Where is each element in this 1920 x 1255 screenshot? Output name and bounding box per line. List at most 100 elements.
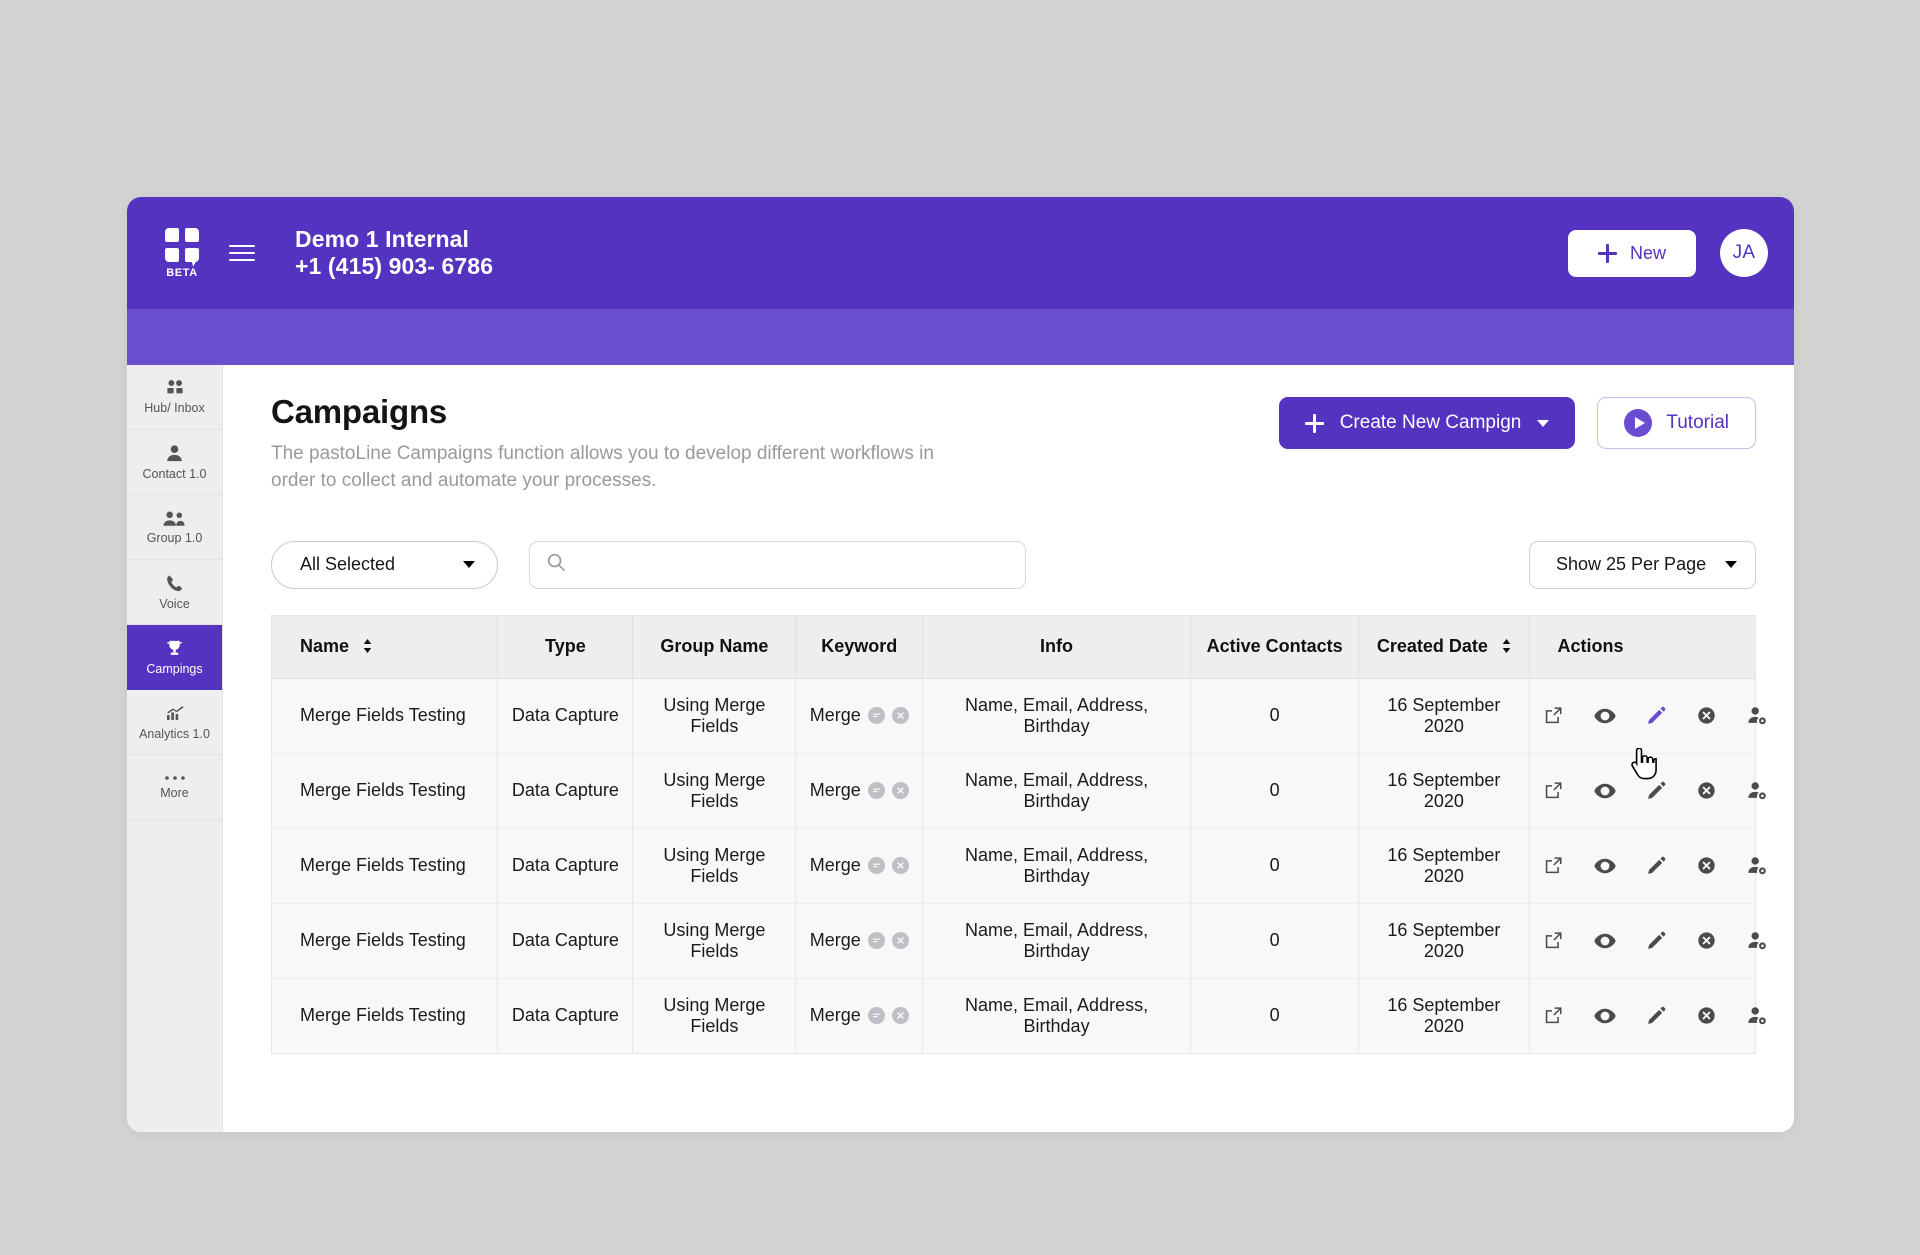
pencil-icon[interactable] — [1647, 781, 1666, 800]
trophy-icon — [165, 639, 184, 658]
x-circle-small-icon[interactable] — [891, 1007, 909, 1025]
cell-type: Data Capture — [497, 903, 634, 979]
keyword-text: Merge — [809, 780, 861, 801]
table-row[interactable]: Merge Fields Testing Data Capture Using … — [271, 678, 1766, 754]
sidebar-item-label: Group 1.0 — [146, 530, 203, 545]
sidebar-item-label: More — [160, 786, 189, 800]
chat-bubble-icon[interactable] — [867, 707, 885, 725]
cell-created-date: 16 September 2020 — [1358, 753, 1530, 829]
hamburger-menu-icon[interactable] — [229, 245, 255, 261]
x-circle-icon[interactable] — [1697, 781, 1716, 800]
person-settings-icon[interactable] — [1747, 1006, 1767, 1025]
cell-group-name: Using Merge Fields — [632, 978, 797, 1054]
column-label: Name — [300, 636, 350, 657]
external-link-icon[interactable] — [1544, 856, 1563, 875]
table-row[interactable]: Merge Fields Testing Data Capture Using … — [271, 903, 1766, 979]
cell-actions — [1529, 903, 1766, 979]
page-description: The pastoLine Campaigns function allows … — [271, 443, 934, 491]
avatar[interactable]: JA — [1720, 229, 1768, 277]
plus-icon — [1597, 243, 1617, 263]
column-header-name[interactable]: Name — [271, 615, 499, 679]
cell-name: Merge Fields Testing — [271, 828, 499, 904]
chat-bubble-icon[interactable] — [867, 857, 885, 875]
search-box[interactable] — [529, 540, 1026, 589]
chat-bubble-icon[interactable] — [867, 932, 885, 950]
cell-type: Data Capture — [497, 753, 634, 829]
x-circle-icon[interactable] — [1697, 1006, 1716, 1025]
x-circle-small-icon[interactable] — [891, 707, 909, 725]
sidebar-item-analytics[interactable]: Analytics 1.0 — [127, 690, 222, 755]
person-settings-icon[interactable] — [1747, 856, 1767, 875]
play-circle-icon — [1624, 409, 1653, 437]
x-circle-icon[interactable] — [1697, 706, 1716, 725]
column-header-keyword: Keyword — [795, 615, 924, 679]
table-row[interactable]: Merge Fields Testing Data Capture Using … — [271, 828, 1766, 904]
page-header-actions: Create New Campign Tutorial — [1278, 393, 1756, 449]
cell-active-contacts: 0 — [1190, 753, 1360, 829]
external-link-icon[interactable] — [1544, 931, 1563, 950]
external-link-icon[interactable] — [1544, 706, 1563, 725]
top-header-bar: BETA Demo 1 Internal +1 (415) 903- 6786 … — [127, 197, 1794, 309]
chat-bubble-icon[interactable] — [867, 1007, 885, 1025]
eye-icon[interactable] — [1593, 708, 1616, 724]
sort-icon — [1502, 637, 1511, 658]
sidebar-item-hub-inbox[interactable]: Hub/ Inbox — [127, 365, 222, 430]
phone-icon — [165, 574, 184, 593]
sidebar-item-contact[interactable]: Contact 1.0 — [127, 430, 222, 495]
pencil-icon[interactable] — [1647, 931, 1666, 950]
cell-type: Data Capture — [497, 978, 634, 1054]
x-circle-icon[interactable] — [1697, 856, 1716, 875]
eye-icon[interactable] — [1593, 933, 1616, 949]
sidebar-item-voice[interactable]: Voice — [127, 560, 222, 625]
eye-icon[interactable] — [1593, 783, 1616, 799]
page-title: Campaigns — [271, 393, 448, 430]
x-circle-small-icon[interactable] — [891, 857, 909, 875]
pencil-icon[interactable] — [1647, 706, 1666, 725]
cell-info: Name, Email, Address, Birthday — [922, 903, 1192, 979]
filter-select[interactable]: All Selected — [271, 540, 498, 589]
table-toolbar: All Selected Show 25 Per Page — [271, 540, 1756, 589]
page-header: Campaigns The pastoLine Campaigns functi… — [271, 393, 1756, 495]
brand-logo[interactable]: BETA — [155, 227, 209, 279]
create-new-campaign-button[interactable]: Create New Campign — [1278, 397, 1576, 449]
keyword-text: Merge — [809, 705, 861, 726]
cell-created-date: 16 September 2020 — [1358, 678, 1530, 754]
page-header-text: Campaigns The pastoLine Campaigns functi… — [271, 393, 971, 495]
search-input[interactable] — [578, 553, 1009, 576]
sidebar-item-more[interactable]: More — [127, 755, 222, 820]
table-row[interactable]: Merge Fields Testing Data Capture Using … — [271, 978, 1766, 1054]
sidebar-item-campings[interactable]: Campings — [127, 625, 222, 690]
sidebar-item-label: Contact 1.0 — [142, 466, 207, 481]
cell-keyword: Merge — [795, 828, 924, 904]
chart-line-icon — [165, 704, 185, 723]
person-settings-icon[interactable] — [1747, 781, 1767, 800]
x-circle-small-icon[interactable] — [891, 782, 909, 800]
per-page-select[interactable]: Show 25 Per Page — [1529, 540, 1756, 589]
chat-bubble-icon[interactable] — [867, 782, 885, 800]
sidebar-item-label: Hub/ Inbox — [144, 401, 205, 415]
sidebar-item-group[interactable]: Group 1.0 — [127, 495, 222, 560]
cell-active-contacts: 0 — [1190, 903, 1360, 979]
quad-chat-logo-icon — [165, 227, 199, 267]
eye-icon[interactable] — [1593, 858, 1616, 874]
eye-icon[interactable] — [1593, 1008, 1616, 1024]
new-button[interactable]: New — [1567, 229, 1696, 277]
cell-actions — [1529, 678, 1766, 754]
table-row[interactable]: Merge Fields Testing Data Capture Using … — [271, 753, 1766, 829]
pencil-icon[interactable] — [1647, 1006, 1666, 1025]
external-link-icon[interactable] — [1544, 1006, 1563, 1025]
x-circle-small-icon[interactable] — [891, 932, 909, 950]
cell-active-contacts: 0 — [1190, 678, 1360, 754]
tutorial-button[interactable]: Tutorial — [1597, 397, 1756, 449]
x-circle-icon[interactable] — [1697, 931, 1716, 950]
campaigns-table: Name Type Group Name Keyword Info Active… — [271, 614, 1766, 1054]
person-settings-icon[interactable] — [1747, 931, 1767, 950]
pencil-icon[interactable] — [1647, 856, 1666, 875]
column-header-actions: Actions — [1529, 615, 1756, 679]
cell-created-date: 16 September 2020 — [1358, 903, 1530, 979]
cell-info: Name, Email, Address, Birthday — [922, 678, 1192, 754]
person-settings-icon[interactable] — [1747, 706, 1767, 725]
column-header-created-date[interactable]: Created Date — [1358, 615, 1530, 679]
external-link-icon[interactable] — [1544, 781, 1563, 800]
cell-name: Merge Fields Testing — [271, 678, 499, 754]
